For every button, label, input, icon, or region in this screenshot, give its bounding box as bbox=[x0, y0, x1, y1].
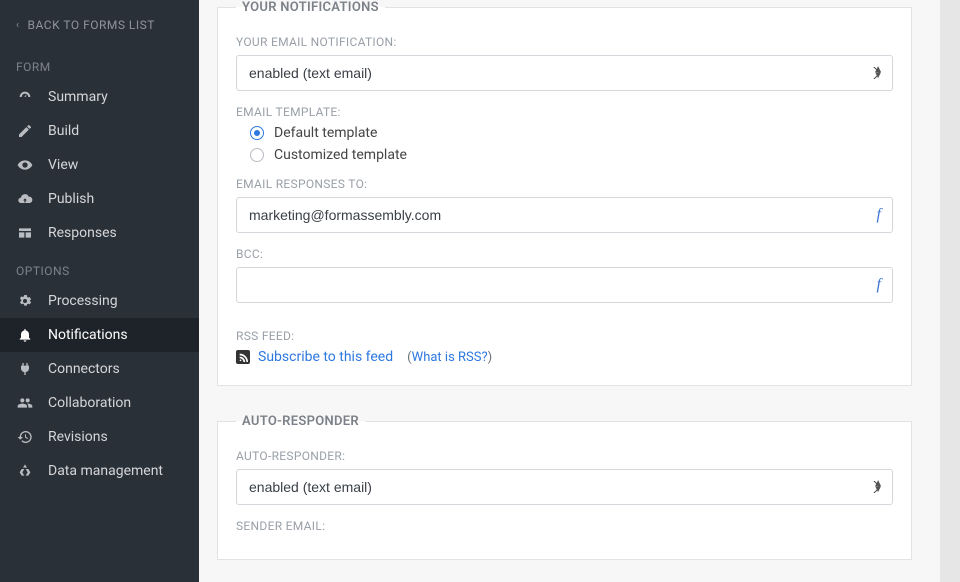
users-icon bbox=[16, 395, 34, 411]
radio-label: Customized template bbox=[274, 147, 407, 163]
dashboard-icon bbox=[16, 89, 34, 105]
sidebar-item-responses[interactable]: Responses bbox=[0, 216, 199, 250]
sidebar-item-notifications[interactable]: Notifications bbox=[0, 318, 199, 352]
email-responses-to-input[interactable] bbox=[236, 197, 893, 233]
sidebar-item-connectors[interactable]: Connectors bbox=[0, 352, 199, 386]
email-template-default-radio[interactable]: Default template bbox=[250, 125, 893, 141]
back-to-forms-list[interactable]: ‹ BACK TO FORMS LIST bbox=[0, 10, 199, 46]
sidebar-item-label: Publish bbox=[48, 191, 94, 207]
your-email-notification-select[interactable]: enabled (text email) bbox=[236, 55, 893, 91]
plug-icon bbox=[16, 361, 34, 377]
sidebar-item-label: Connectors bbox=[48, 361, 120, 377]
panel-legend: YOUR NOTIFICATIONS bbox=[236, 0, 385, 15]
history-icon bbox=[16, 429, 34, 445]
email-template-custom-radio[interactable]: Customized template bbox=[250, 147, 893, 163]
auto-responder-panel: AUTO-RESPONDER AUTO-RESPONDER: enabled (… bbox=[217, 414, 912, 560]
bcc-input[interactable] bbox=[236, 267, 893, 303]
gears-icon bbox=[16, 293, 34, 309]
auto-responder-label: AUTO-RESPONDER: bbox=[236, 449, 893, 463]
email-template-label: EMAIL TEMPLATE: bbox=[236, 105, 893, 119]
pencil-icon bbox=[16, 123, 34, 139]
sidebar-item-label: View bbox=[48, 157, 78, 173]
formula-icon[interactable]: f bbox=[877, 276, 881, 294]
auto-responder-select[interactable]: enabled (text email) bbox=[236, 469, 893, 505]
rss-help-paren: (What is RSS?) bbox=[407, 350, 492, 365]
recycle-icon bbox=[16, 463, 34, 479]
rss-icon bbox=[236, 350, 250, 364]
what-is-rss-link[interactable]: What is RSS? bbox=[412, 350, 488, 365]
formula-icon[interactable]: f bbox=[877, 206, 881, 224]
sidebar-item-label: Responses bbox=[48, 225, 117, 241]
radio-icon bbox=[250, 126, 264, 140]
sidebar-item-label: Build bbox=[48, 123, 79, 139]
table-icon bbox=[16, 225, 34, 241]
bcc-label: BCC: bbox=[236, 247, 893, 261]
sidebar-item-summary[interactable]: Summary bbox=[0, 80, 199, 114]
chevron-left-icon: ‹ bbox=[16, 20, 20, 31]
panel-legend: AUTO-RESPONDER bbox=[236, 414, 365, 429]
sidebar-item-collaboration[interactable]: Collaboration bbox=[0, 386, 199, 420]
sidebar-item-label: Data management bbox=[48, 463, 163, 479]
sidebar-item-processing[interactable]: Processing bbox=[0, 284, 199, 318]
sidebar-item-label: Collaboration bbox=[48, 395, 131, 411]
sidebar-item-publish[interactable]: Publish bbox=[0, 182, 199, 216]
your-notifications-panel: YOUR NOTIFICATIONS YOUR EMAIL NOTIFICATI… bbox=[217, 0, 912, 386]
radio-label: Default template bbox=[274, 125, 377, 141]
rss-feed-label: RSS FEED: bbox=[236, 329, 893, 343]
subscribe-to-feed-link[interactable]: Subscribe to this feed bbox=[258, 349, 393, 365]
your-email-notification-select-wrap: enabled (text email) ▲▼ bbox=[236, 55, 893, 91]
bell-icon bbox=[16, 327, 34, 343]
sidebar-item-label: Processing bbox=[48, 293, 118, 309]
sidebar-item-view[interactable]: View bbox=[0, 148, 199, 182]
sidebar-item-revisions[interactable]: Revisions bbox=[0, 420, 199, 454]
sidebar-section-form: FORM bbox=[0, 46, 199, 80]
radio-icon bbox=[250, 148, 264, 162]
email-responses-to-label: EMAIL RESPONSES TO: bbox=[236, 177, 893, 191]
sidebar-item-label: Summary bbox=[48, 89, 108, 105]
sender-email-label: SENDER EMAIL: bbox=[236, 519, 893, 533]
main-content: YOUR NOTIFICATIONS YOUR EMAIL NOTIFICATI… bbox=[199, 0, 940, 582]
sidebar: ‹ BACK TO FORMS LIST FORM Summary Build … bbox=[0, 0, 199, 582]
sidebar-item-build[interactable]: Build bbox=[0, 114, 199, 148]
right-gutter bbox=[940, 0, 960, 582]
eye-icon bbox=[16, 157, 34, 173]
sidebar-item-label: Revisions bbox=[48, 429, 108, 445]
back-label: BACK TO FORMS LIST bbox=[28, 18, 155, 32]
cloud-upload-icon bbox=[16, 191, 34, 207]
sidebar-item-label: Notifications bbox=[48, 327, 128, 343]
your-email-notification-label: YOUR EMAIL NOTIFICATION: bbox=[236, 35, 893, 49]
sidebar-item-data-management[interactable]: Data management bbox=[0, 454, 199, 488]
sidebar-section-options: OPTIONS bbox=[0, 250, 199, 284]
